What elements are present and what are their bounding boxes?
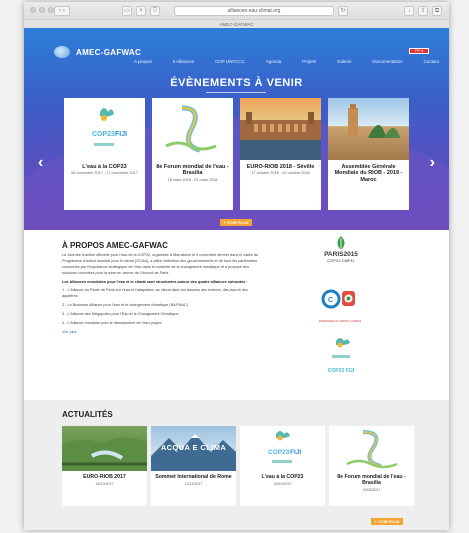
nav-item-contact[interactable]: Contact — [423, 59, 439, 64]
main-nav: A propos 5 Alliances COP UNFCCC Agenda P… — [134, 59, 439, 64]
about-subheading: Les Alliances mondiales pour l'eau et le… — [62, 279, 248, 284]
alliance-item: 2 - Le Business Alliance pour l'eau et l… — [62, 303, 188, 308]
paris-title: PARIS2015 — [324, 251, 358, 258]
news-title: 8e Forum mondial de l'eau - Brasilia — [337, 474, 406, 486]
news-date: 13/11/2017 — [184, 481, 203, 486]
tab-title[interactable]: AMEC-GAFWAC — [24, 19, 449, 28]
nav-item-alliances[interactable]: 5 Alliances — [173, 59, 195, 64]
news-section: ACTUALITÉS EURO-RIOB 2017 16/10/2017 ACQ… — [24, 400, 449, 530]
nav-item-documentation[interactable]: Documentation — [372, 59, 402, 64]
event-card[interactable]: Assemblée Générale Mondiale du RIOB - 20… — [328, 98, 409, 210]
news-date: 18/10/2017 — [273, 481, 292, 486]
acqua-clima-image: ACQUA E CLIMA — [151, 426, 236, 471]
hero-title: ÉVÈNEMENTS À VENIR — [170, 77, 303, 89]
svg-text:FIJI: FIJI — [290, 449, 301, 456]
close-tab-icon[interactable]: × — [136, 6, 146, 16]
site-logo[interactable]: AMEC-GAFWAC — [54, 46, 141, 58]
event-card[interactable]: 8e Forum mondial de l'eau - Brasilia 18 … — [152, 98, 233, 210]
news-card[interactable]: 8e Forum mondial de l'eau - Brasilia 16/… — [329, 426, 414, 506]
cop22-logo[interactable]: C MARRAKECH COP22 | CMP12 — [313, 288, 367, 323]
svg-text:COP23: COP23 — [92, 131, 115, 138]
news-title: ACTUALITÉS — [62, 410, 113, 419]
event-date: 18 mars 2018 - 23 mars 2018 — [167, 177, 218, 182]
alliance-item: 3 - L'Alliance des Mégapoles pour l'Eau … — [62, 312, 179, 316]
back-forward-buttons[interactable]: ‹ › — [54, 6, 70, 16]
events-carousel: COP23 FIJI L'eau à la COP23 06 novembre … — [64, 98, 409, 210]
nav-item-projets[interactable]: Projets — [302, 59, 316, 64]
news-title: Sommet International de Rome — [155, 474, 232, 480]
news-list: EURO-RIOB 2017 16/10/2017 ACQUA E CLIMA … — [62, 426, 414, 506]
tabs-icon[interactable]: ⧉ — [432, 6, 442, 16]
globe-logo-icon — [54, 46, 70, 58]
about-text: La Journée d'action officielle pour l'ea… — [62, 253, 262, 339]
seville-photo — [240, 98, 321, 160]
event-title: EURO-RIOB 2018 - Séville — [246, 164, 315, 170]
svg-text:C: C — [328, 297, 333, 304]
world-water-forum-image — [152, 98, 233, 160]
nav-item-a-propos[interactable]: A propos — [134, 59, 152, 64]
news-card[interactable]: COP23 FIJI L'eau à la COP23 18/10/2017 — [240, 426, 325, 506]
alliance-item: 1 - L'Alliance du Pacte de Paris sur l'e… — [62, 288, 248, 299]
cop22-text: MARRAKECH COP22 | CMP12 — [318, 319, 362, 323]
paris2015-logo[interactable]: PARIS2015 COP21·CMP11 — [306, 235, 376, 263]
nav-item-cop[interactable]: COP UNFCCC — [215, 59, 245, 64]
nav-item-galerie[interactable]: Galerie — [337, 59, 352, 64]
window-controls[interactable] — [30, 7, 54, 13]
about-paragraph: La Journée d'action officielle pour l'ea… — [62, 253, 259, 275]
hero-divider — [206, 92, 266, 93]
hero-section: AMEC-GAFWAC FR ▾ A propos 5 Alliances CO… — [24, 28, 449, 230]
sidebar-icon[interactable]: ▭ — [122, 6, 132, 16]
cop23-logo[interactable]: COP23 FIJI — [318, 333, 364, 377]
nav-item-agenda[interactable]: Agenda — [266, 59, 282, 64]
language-flag-icon[interactable]: FR ▾ — [409, 48, 429, 54]
carousel-next-icon[interactable]: › — [430, 154, 435, 172]
address-bar[interactable]: alliances-eau-climat.org — [174, 6, 334, 16]
reload-icon[interactable]: ↻ — [338, 6, 348, 16]
cop23-logo-image: COP23 FIJI — [64, 98, 145, 160]
cop23-news-image: COP23 FIJI — [240, 426, 325, 471]
shield-icon[interactable]: ⛉ — [150, 6, 160, 16]
leaf-icon — [334, 235, 348, 251]
share-icon[interactable]: ⇪ — [418, 6, 428, 16]
morocco-photo — [328, 98, 409, 160]
news-more-button[interactable]: + VOIR PLUS — [371, 518, 403, 525]
news-date: 16/08/2017 — [362, 487, 381, 492]
svg-text:FIJI: FIJI — [115, 131, 127, 138]
news-title: L'eau à la COP23 — [261, 474, 304, 480]
forum-news-image — [329, 426, 414, 471]
news-date: 16/10/2017 — [95, 481, 114, 486]
events-more-button[interactable]: + VOIR PLUS — [220, 219, 252, 226]
event-card[interactable]: EURO-RIOB 2018 - Séville 17 octobre 2018… — [240, 98, 321, 210]
event-title: Assemblée Générale Mondiale du RIOB - 20… — [334, 164, 403, 183]
event-card[interactable]: COP23 FIJI L'eau à la COP23 06 novembre … — [64, 98, 145, 210]
browser-toolbar: ‹ › ▭ × ⛉ alliances-eau-climat.org ↻ ↓ ⇪… — [24, 2, 449, 28]
download-icon[interactable]: ↓ — [404, 6, 414, 16]
acqua-clima-text: ACQUA E CLIMA — [160, 443, 227, 452]
alliance-item: 4 - L'Alliance mondiale pour le dessalem… — [62, 320, 162, 325]
carousel-prev-icon[interactable]: ‹ — [38, 154, 43, 172]
browser-window: ‹ › ▭ × ⛉ alliances-eau-climat.org ↻ ↓ ⇪… — [24, 2, 449, 530]
logo-text: AMEC-GAFWAC — [76, 47, 142, 57]
event-title: 8e Forum mondial de l'eau - Brasilia — [156, 164, 229, 177]
paris-subtitle: COP21·CMP11 — [327, 258, 355, 263]
about-section: À PROPOS AMEC-GAFWAC La Journée d'action… — [24, 230, 449, 400]
event-date: 06 novembre 2017 - 17 novembre 2017 — [71, 171, 138, 176]
news-title: EURO-RIOB 2017 — [83, 474, 126, 480]
about-title: À PROPOS AMEC-GAFWAC — [62, 241, 168, 250]
event-date: 17 octobre 2018 - 20 octobre 2018 — [251, 171, 310, 176]
news-card[interactable]: EURO-RIOB 2017 16/10/2017 — [62, 426, 147, 506]
news-card[interactable]: ACQUA E CLIMA Sommet International de Ro… — [151, 426, 236, 506]
event-title: L'eau à la COP23 — [82, 164, 127, 170]
svg-text:COP23: COP23 — [268, 449, 290, 456]
read-more-link[interactable]: Voir plus — [62, 330, 262, 336]
cop23-text: COP23 FIJI — [327, 368, 355, 374]
euro-riob-photo — [62, 426, 147, 471]
